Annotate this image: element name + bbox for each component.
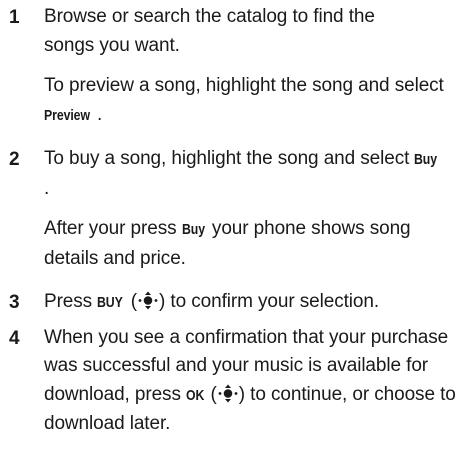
step-2: 2 To buy a song, highlight the song and … — [9, 145, 456, 273]
text-run: ( — [205, 383, 217, 405]
nav-center-select-icon — [138, 291, 158, 310]
nav-center-select-icon — [218, 384, 238, 403]
step-number: 1 — [9, 7, 20, 28]
step-number: 2 — [9, 149, 20, 170]
step-paragraph: To buy a song, highlight the song and se… — [44, 145, 444, 203]
text-run: Browse or search the catalog to find the… — [44, 6, 375, 56]
text-run: ) to confirm your selection. — [159, 291, 380, 312]
softkey-label-buy: Buy — [414, 151, 438, 168]
step-body: To buy a song, highlight the song and se… — [44, 145, 456, 273]
text-run: To buy a song, highlight the song and se… — [44, 148, 415, 169]
text-run: . — [97, 103, 103, 125]
text-run: Press — [44, 291, 98, 312]
step-body: Browse or search the catalog to find the… — [44, 3, 456, 130]
text-run: To preview a song, highlight the song an… — [44, 75, 444, 96]
text-run: ( — [125, 291, 138, 312]
step-3: 3 Press BUY ( ) to confirm your selection… — [9, 288, 456, 318]
softkey-label-buy: Buy — [181, 221, 205, 238]
step-4: 4 When you see a confirmation that your … — [9, 324, 456, 439]
text-run: . — [44, 177, 50, 199]
instruction-page: 1 Browse or search the catalog to find t… — [0, 3, 462, 460]
step-number: 3 — [9, 292, 20, 313]
step-body: When you see a confirmation that your pu… — [44, 324, 460, 439]
step-paragraph: To preview a song, highlight the song an… — [44, 72, 444, 130]
step-number: 4 — [9, 327, 20, 349]
step-paragraph: After your press Buy your phone shows so… — [44, 215, 439, 273]
softkey-label-buy-caps: BUY — [97, 294, 123, 311]
step-paragraph: Browse or search the catalog to find the… — [44, 3, 404, 60]
step-1: 1 Browse or search the catalog to find t… — [9, 3, 456, 130]
softkey-label-preview: Preview — [44, 106, 90, 124]
softkey-label-ok: OK — [186, 386, 205, 404]
step-body: Press BUY ( ) to confirm your selection. — [44, 288, 459, 318]
step-paragraph: When you see a confirmation that your pu… — [44, 324, 460, 439]
text-run: After your press — [44, 218, 182, 239]
step-paragraph: Press BUY ( ) to confirm your selection. — [44, 288, 459, 318]
